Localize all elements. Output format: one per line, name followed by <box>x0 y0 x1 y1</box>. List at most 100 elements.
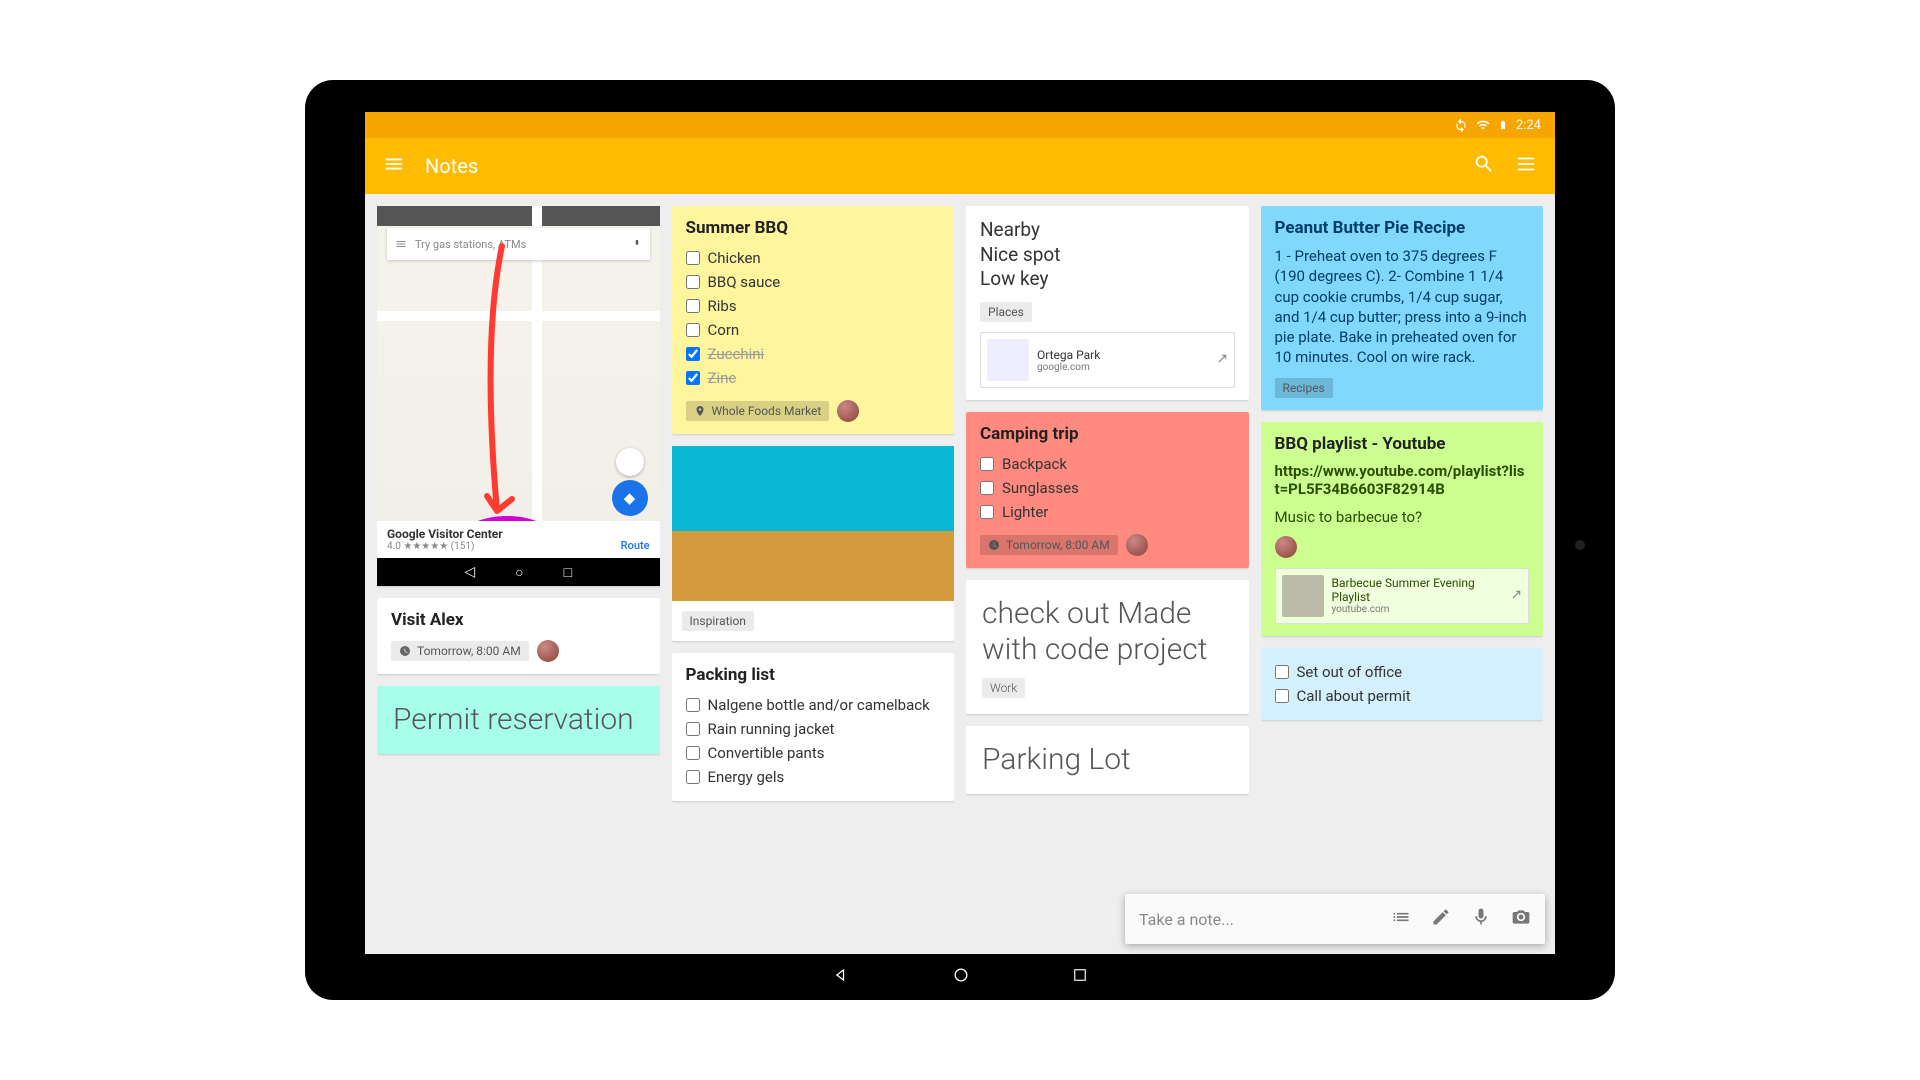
mic-icon[interactable] <box>1471 907 1491 931</box>
checklist-item[interactable]: Sunglasses <box>980 476 1235 500</box>
app-bar: Notes <box>365 138 1555 194</box>
tag-chip[interactable]: Inspiration <box>682 611 754 631</box>
my-location-icon <box>616 448 644 476</box>
checklist-item[interactable]: Lighter <box>980 500 1235 524</box>
checkbox[interactable] <box>686 698 700 712</box>
checklist-label: Ribs <box>708 297 737 315</box>
draw-icon[interactable] <box>1431 907 1451 931</box>
checklist-item[interactable]: Zinc <box>686 366 941 390</box>
checklist-label: Nalgene bottle and/or camelback <box>708 696 930 714</box>
checklist-label: Corn <box>708 321 740 339</box>
checkbox[interactable] <box>980 481 994 495</box>
map-place-info: Google Visitor Center 4.0 ★★★★★ (151) <box>377 521 660 558</box>
checkbox[interactable] <box>686 770 700 784</box>
checklist-item[interactable]: Set out of office <box>1275 660 1530 684</box>
clock-icon <box>988 539 1000 551</box>
checklist-item[interactable]: Zucchini <box>686 342 941 366</box>
route-link: Route <box>621 539 650 552</box>
checklist-item[interactable]: BBQ sauce <box>686 270 941 294</box>
link-card[interactable]: Ortega Park google.com <box>980 332 1235 388</box>
note-map[interactable]: Try gas stations, ATMs 📍 ◆ Google Visito… <box>377 206 660 586</box>
reminder-chip[interactable]: Tomorrow, 8:00 AM <box>980 535 1118 555</box>
checklist-label: Chicken <box>708 249 761 267</box>
tag-chip[interactable]: Work <box>982 678 1025 698</box>
checkbox[interactable] <box>686 347 700 361</box>
checkbox[interactable] <box>980 505 994 519</box>
checklist-item[interactable]: Energy gels <box>686 765 941 789</box>
checkbox[interactable] <box>980 457 994 471</box>
note-todo[interactable]: Set out of office Call about permit <box>1261 648 1544 720</box>
directions-fab: ◆ <box>612 480 648 516</box>
note-summer-bbq[interactable]: Summer BBQ Chicken BBQ sauce Ribs Corn Zucch… <box>672 206 955 434</box>
note-camping[interactable]: Camping trip BackpackSunglassesLighter T… <box>966 412 1249 568</box>
checklist-item[interactable]: Rain running jacket <box>686 717 941 741</box>
note-visit-alex[interactable]: Visit Alex Tomorrow, 8:00 AM <box>377 598 660 674</box>
checklist-label: Lighter <box>1002 503 1048 521</box>
take-note-input[interactable]: Take a note... <box>1139 910 1371 929</box>
battery-icon <box>1498 118 1508 132</box>
note-nearby[interactable]: Nearby Nice spot Low key Places Ortega P… <box>966 206 1249 400</box>
reminder-chip[interactable]: Tomorrow, 8:00 AM <box>391 641 529 661</box>
camera-icon[interactable] <box>1511 907 1531 931</box>
note-playlist[interactable]: BBQ playlist - Youtube https://www.youtu… <box>1261 422 1544 636</box>
checklist-label: Call about permit <box>1297 687 1411 705</box>
avatar <box>837 400 859 422</box>
checklist-item[interactable]: Ribs <box>686 294 941 318</box>
avatar <box>1275 536 1297 558</box>
checkbox[interactable] <box>1275 689 1289 703</box>
take-note-bar[interactable]: Take a note... <box>1125 894 1545 944</box>
note-parking[interactable]: Parking Lot <box>966 726 1249 794</box>
note-title: Summer BBQ <box>686 218 941 238</box>
rotate-icon <box>1454 118 1468 132</box>
nav-bar-thumb: ◁○□ <box>377 558 660 586</box>
note-packing[interactable]: Packing list Nalgene bottle and/or camel… <box>672 653 955 801</box>
note-code-project[interactable]: check out Made with code project Work <box>966 580 1249 714</box>
location-pin-icon <box>694 405 706 417</box>
note-photo <box>672 446 955 601</box>
checkbox[interactable] <box>1275 665 1289 679</box>
note-title: Peanut Butter Pie Recipe <box>1275 218 1530 238</box>
checklist-item[interactable]: Nalgene bottle and/or camelback <box>686 693 941 717</box>
tablet-frame: 2:24 Notes <box>305 80 1615 1000</box>
checkbox[interactable] <box>686 323 700 337</box>
checkbox[interactable] <box>686 722 700 736</box>
menu-icon[interactable] <box>383 153 405 179</box>
notes-grid[interactable]: Try gas stations, ATMs 📍 ◆ Google Visito… <box>365 194 1555 954</box>
link-card[interactable]: Barbecue Summer Evening Playlist youtube… <box>1275 568 1530 624</box>
checklist-item[interactable]: Convertible pants <box>686 741 941 765</box>
checklist-label: Zinc <box>708 369 737 387</box>
checkbox[interactable] <box>686 371 700 385</box>
checklist-label: Convertible pants <box>708 744 825 762</box>
open-link-icon <box>1508 589 1522 603</box>
checklist-item[interactable]: Corn <box>686 318 941 342</box>
checkbox[interactable] <box>686 275 700 289</box>
checkbox[interactable] <box>686 746 700 760</box>
checkbox[interactable] <box>686 299 700 313</box>
checklist-item[interactable]: Call about permit <box>1275 684 1530 708</box>
checklist-item[interactable]: Chicken <box>686 246 941 270</box>
search-icon[interactable] <box>1473 153 1495 179</box>
note-permit[interactable]: Permit reservation <box>377 686 660 754</box>
tag-chip[interactable]: Recipes <box>1275 378 1333 398</box>
wifi-icon <box>1476 118 1490 132</box>
checklist-label: Energy gels <box>708 768 785 786</box>
status-bar: 2:24 <box>365 112 1555 138</box>
note-recipe[interactable]: Peanut Butter Pie Recipe 1 - Preheat ove… <box>1261 206 1544 410</box>
open-link-icon <box>1214 353 1228 367</box>
checklist-label: Rain running jacket <box>708 720 835 738</box>
note-title: Visit Alex <box>391 610 646 630</box>
note-title: Packing list <box>686 665 941 685</box>
back-button[interactable] <box>831 965 851 989</box>
system-nav-bar <box>365 954 1555 1000</box>
list-icon[interactable] <box>1391 907 1411 931</box>
clock-icon <box>399 645 411 657</box>
view-toggle-icon[interactable] <box>1515 153 1537 179</box>
checkbox[interactable] <box>686 251 700 265</box>
location-chip[interactable]: Whole Foods Market <box>686 401 830 421</box>
note-inspiration[interactable]: Inspiration <box>672 446 955 641</box>
avatar <box>1126 534 1148 556</box>
tag-chip[interactable]: Places <box>980 302 1032 322</box>
home-button[interactable] <box>951 965 971 989</box>
overview-button[interactable] <box>1071 966 1089 988</box>
checklist-item[interactable]: Backpack <box>980 452 1235 476</box>
